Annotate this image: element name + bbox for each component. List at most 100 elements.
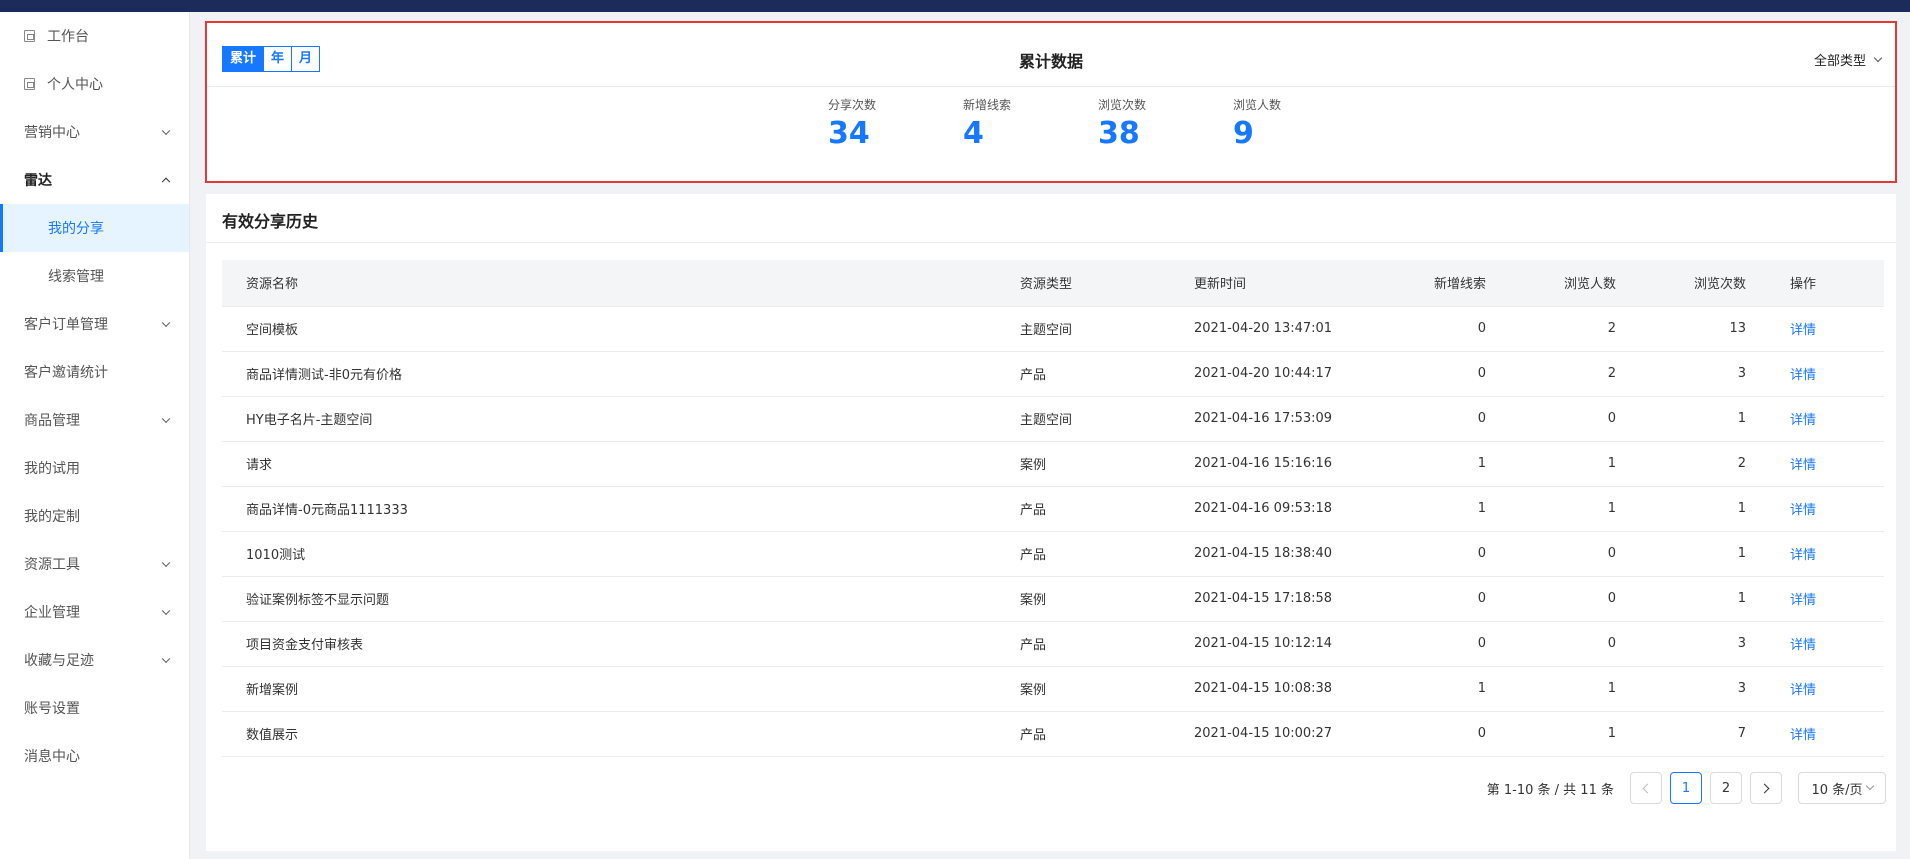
- sidebar-item-customer-orders[interactable]: 客户订单管理: [0, 300, 189, 348]
- sidebar-item-label: 企业管理: [24, 605, 80, 621]
- type-filter-select[interactable]: 全部类型: [1814, 50, 1883, 69]
- new-leads-cell: 0: [1364, 621, 1494, 667]
- sidebar-item-messages[interactable]: 消息中心: [0, 732, 189, 780]
- action-cell: 详情: [1754, 666, 1884, 712]
- details-link[interactable]: 详情: [1790, 548, 1816, 563]
- details-link[interactable]: 详情: [1790, 503, 1816, 518]
- resource-name-cell: 请求: [222, 441, 1012, 487]
- sidebar-item-personal-center[interactable]: 个人中心: [0, 60, 189, 108]
- table-row: 空间模板 主题空间 2021-04-20 13:47:01 0 2 13 详情: [222, 306, 1884, 352]
- new-leads-cell: 1: [1364, 486, 1494, 532]
- updated-time-cell: 2021-04-15 10:08:38: [1186, 666, 1364, 712]
- resource-type-cell: 案例: [1012, 576, 1186, 622]
- sidebar-item-my-shares[interactable]: 我的分享: [0, 204, 189, 252]
- metric-shares: 分享次数 34: [828, 96, 876, 151]
- column-header: 浏览人数: [1494, 260, 1624, 307]
- updated-time-cell: 2021-04-20 10:44:17: [1186, 351, 1364, 397]
- resource-name-cell: 1010测试: [222, 531, 1012, 577]
- sidebar-item-favorites[interactable]: 收藏与足迹: [0, 636, 189, 684]
- sidebar-item-label: 我的试用: [24, 461, 80, 477]
- chevron-down-icon: [161, 606, 171, 616]
- action-cell: 详情: [1754, 441, 1884, 487]
- chevron-down-icon: [161, 558, 171, 568]
- sidebar-item-label: 雷达: [24, 173, 52, 189]
- updated-time-cell: 2021-04-15 17:18:58: [1186, 576, 1364, 622]
- views-cell: 13: [1624, 306, 1754, 352]
- action-cell: 详情: [1754, 711, 1884, 757]
- sidebar-item-marketing[interactable]: 营销中心: [0, 108, 189, 156]
- prev-page-button[interactable]: [1630, 772, 1662, 804]
- action-cell: 详情: [1754, 306, 1884, 352]
- chevron-right-icon: [1759, 783, 1770, 793]
- sidebar-item-products[interactable]: 商品管理: [0, 396, 189, 444]
- metric-value: 34: [828, 116, 870, 151]
- details-link[interactable]: 详情: [1790, 413, 1816, 428]
- updated-time-cell: 2021-04-15 18:38:40: [1186, 531, 1364, 577]
- action-cell: 详情: [1754, 621, 1884, 667]
- details-link[interactable]: 详情: [1790, 638, 1816, 653]
- column-header: 资源名称: [222, 260, 1012, 307]
- sidebar-item-my-trials[interactable]: 我的试用: [0, 444, 189, 492]
- views-cell: 1: [1624, 531, 1754, 577]
- details-link[interactable]: 详情: [1790, 458, 1816, 473]
- resource-type-cell: 主题空间: [1012, 306, 1186, 352]
- details-link[interactable]: 详情: [1790, 368, 1816, 383]
- resource-name-cell: 数值展示: [222, 711, 1012, 757]
- sidebar-item-enterprise[interactable]: 企业管理: [0, 588, 189, 636]
- metric-value: 4: [963, 116, 984, 151]
- new-leads-cell: 1: [1364, 441, 1494, 487]
- share-history-table: 资源名称 资源类型 更新时间 新增线索 浏览人数 浏览次数 操作 空间模板 主题空…: [222, 260, 1884, 757]
- page-1-button[interactable]: 1: [1670, 772, 1702, 804]
- views-cell: 1: [1624, 396, 1754, 442]
- details-link[interactable]: 详情: [1790, 683, 1816, 698]
- sidebar-item-label: 收藏与足迹: [24, 653, 94, 669]
- page-size-select[interactable]: 10 条/页: [1798, 772, 1886, 804]
- pagination: 第 1-10 条 / 共 11 条 1 2 10 条/页: [1487, 772, 1886, 804]
- section-title: 有效分享历史: [222, 212, 319, 231]
- visitors-cell: 0: [1494, 396, 1624, 442]
- details-link[interactable]: 详情: [1790, 323, 1816, 338]
- sidebar-item-lead-management[interactable]: 线索管理: [0, 252, 189, 300]
- resource-type-cell: 案例: [1012, 441, 1186, 487]
- sidebar-item-label: 客户邀请统计: [24, 365, 108, 381]
- sidebar-item-workbench[interactable]: 工作台: [0, 12, 189, 60]
- details-link[interactable]: 详情: [1790, 593, 1816, 608]
- new-leads-cell: 0: [1364, 576, 1494, 622]
- page-size-label: 10 条/页: [1811, 782, 1863, 798]
- metric-views: 浏览次数 38: [1098, 96, 1146, 151]
- new-leads-cell: 0: [1364, 711, 1494, 757]
- resource-type-cell: 案例: [1012, 666, 1186, 712]
- table-row: 新增案例 案例 2021-04-15 10:08:38 1 1 3 详情: [222, 666, 1884, 712]
- chevron-down-icon: [161, 654, 171, 664]
- table-header-row: 资源名称 资源类型 更新时间 新增线索 浏览人数 浏览次数 操作: [222, 260, 1884, 307]
- metric-value: 9: [1233, 116, 1254, 151]
- action-cell: 详情: [1754, 576, 1884, 622]
- sidebar-item-radar[interactable]: 雷达: [0, 156, 189, 204]
- table-row: 项目资金支付审核表 产品 2021-04-15 10:12:14 0 0 3 详情: [222, 621, 1884, 667]
- sidebar-item-invite-stats[interactable]: 客户邀请统计: [0, 348, 189, 396]
- column-header: 新增线索: [1364, 260, 1494, 307]
- chevron-down-icon: [161, 318, 171, 328]
- sidebar-item-account-settings[interactable]: 账号设置: [0, 684, 189, 732]
- chevron-down-icon: [161, 414, 171, 424]
- chevron-down-icon: [1865, 781, 1874, 791]
- sidebar-item-my-customization[interactable]: 我的定制: [0, 492, 189, 540]
- views-cell: 1: [1624, 576, 1754, 622]
- updated-time-cell: 2021-04-15 10:12:14: [1186, 621, 1364, 667]
- views-cell: 7: [1624, 711, 1754, 757]
- top-bar: [0, 0, 1910, 12]
- sidebar-item-resource-tools[interactable]: 资源工具: [0, 540, 189, 588]
- next-page-button[interactable]: [1750, 772, 1782, 804]
- page-2-button[interactable]: 2: [1710, 772, 1742, 804]
- details-link[interactable]: 详情: [1790, 728, 1816, 743]
- table-row: 请求 案例 2021-04-16 15:16:16 1 1 2 详情: [222, 441, 1884, 487]
- metric-label: 浏览人数: [1233, 98, 1282, 112]
- metric-visitors: 浏览人数 9: [1233, 96, 1281, 151]
- visitors-cell: 0: [1494, 531, 1624, 577]
- sidebar-item-label: 账号设置: [24, 701, 80, 717]
- resource-name-cell: 商品详情测试-非0元有价格: [222, 351, 1012, 397]
- action-cell: 详情: [1754, 396, 1884, 442]
- action-cell: 详情: [1754, 531, 1884, 577]
- updated-time-cell: 2021-04-16 17:53:09: [1186, 396, 1364, 442]
- resource-name-cell: HY电子名片-主题空间: [222, 396, 1012, 442]
